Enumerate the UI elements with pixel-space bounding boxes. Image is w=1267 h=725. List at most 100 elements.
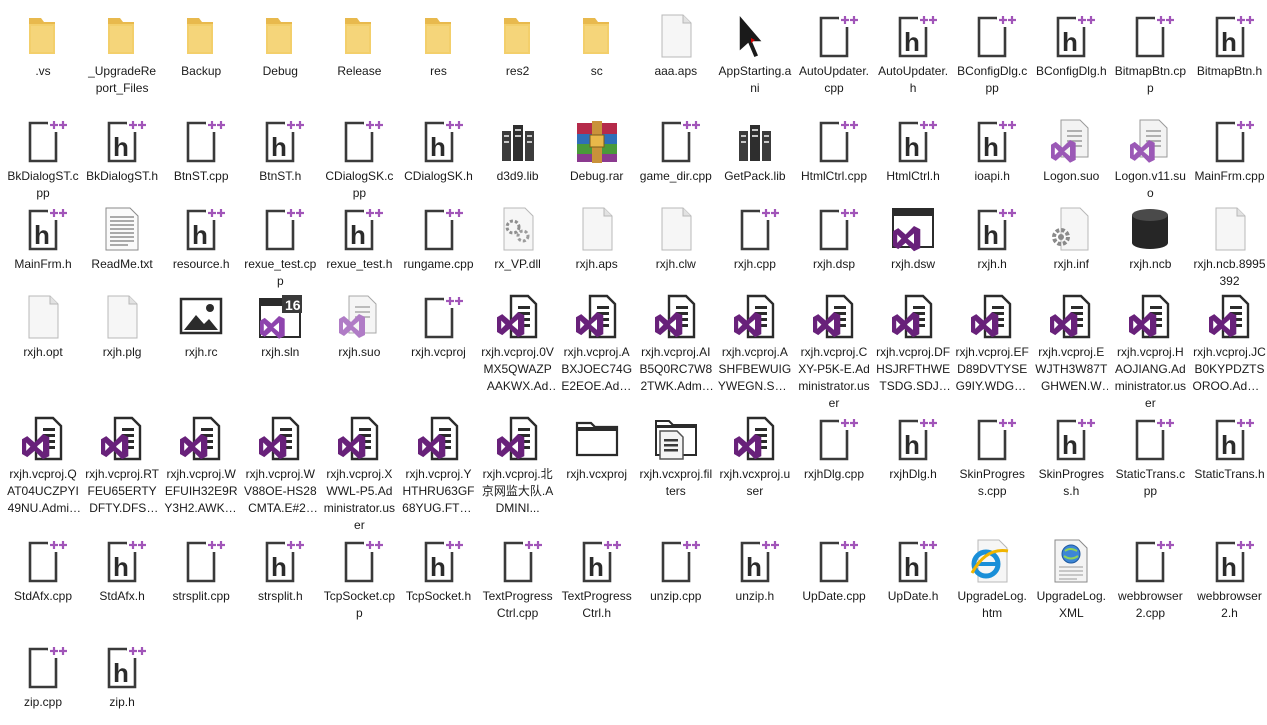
file-item[interactable]: TcpSocket.cpp: [321, 537, 397, 622]
file-item[interactable]: strsplit.cpp: [163, 537, 239, 605]
file-item[interactable]: rxjh.vcproj.RTFEU65ERTYDFTY.DFSDGT...: [84, 415, 160, 517]
file-item[interactable]: rxjh.rc: [163, 293, 239, 361]
file-item[interactable]: HtmlCtrl.cpp: [796, 117, 872, 185]
file-item[interactable]: rxjh.vcproj.WV88OE-HS28CMTA.E#286...: [242, 415, 318, 517]
file-item[interactable]: StaticTrans.cpp: [1112, 415, 1188, 500]
file-item[interactable]: rxjh.vcproj.CXY-P5K-E.Administrator.user: [796, 293, 872, 412]
file-item[interactable]: rxjh.vcxproj: [559, 415, 635, 483]
file-item[interactable]: rxjh.plg: [84, 293, 160, 361]
file-item[interactable]: rxjh.ncb: [1112, 205, 1188, 273]
file-item[interactable]: h StdAfx.h: [84, 537, 160, 605]
file-item[interactable]: rxjh.vcproj.XWWL-P5.Administrator.user: [321, 415, 397, 534]
file-item[interactable]: h ioapi.h: [954, 117, 1030, 185]
file-item[interactable]: game_dir.cpp: [638, 117, 714, 185]
file-item[interactable]: AppStarting.ani: [717, 12, 793, 97]
file-item[interactable]: h unzip.h: [717, 537, 793, 605]
database-icon: [1126, 205, 1174, 253]
file-item[interactable]: AutoUpdater.cpp: [796, 12, 872, 97]
file-item[interactable]: unzip.cpp: [638, 537, 714, 605]
file-item[interactable]: zip.cpp: [5, 643, 81, 711]
file-item[interactable]: h SkinProgress.h: [1033, 415, 1109, 500]
file-item[interactable]: h rexue_test.h: [321, 205, 397, 273]
file-item[interactable]: h webbrowser2.h: [1192, 537, 1267, 622]
file-item[interactable]: Logon.suo: [1033, 117, 1109, 185]
file-item[interactable]: rxjh.vcproj.ABXJOEC74GE2EOE.Adminis...: [559, 293, 635, 395]
file-item[interactable]: sc: [559, 12, 635, 80]
file-item[interactable]: 16 rxjh.sln: [242, 293, 318, 361]
file-item[interactable]: rxjh.aps: [559, 205, 635, 273]
file-item[interactable]: rxjh.vcproj.WEFUIH32E9RY3H2.AWKJFH...: [163, 415, 239, 517]
file-item[interactable]: res2: [480, 12, 556, 80]
file-item[interactable]: h TextProgressCtrl.h: [559, 537, 635, 622]
file-item[interactable]: h resource.h: [163, 205, 239, 273]
file-item[interactable]: BitmapBtn.cpp: [1112, 12, 1188, 97]
file-item[interactable]: rxjh.dsp: [796, 205, 872, 273]
file-item[interactable]: rxjh.dsw: [875, 205, 951, 273]
file-item[interactable]: Debug.rar: [559, 117, 635, 185]
file-item[interactable]: CDialogSK.cpp: [321, 117, 397, 202]
file-item[interactable]: rxjh.vcproj.EWJTH3W87TGHWEN.WE...: [1033, 293, 1109, 395]
file-item[interactable]: h CDialogSK.h: [401, 117, 477, 185]
file-item[interactable]: rxjh.vcproj.JCB0KYPDZTSOROO.Adminis...: [1192, 293, 1267, 395]
file-name-label: rxjh.clw: [655, 257, 696, 271]
file-item[interactable]: rxjh.vcproj.HAOJIANG.Administrator.user: [1112, 293, 1188, 412]
file-item[interactable]: rxjh.vcproj.QAT04UCZPYI49NU.Administ...: [5, 415, 81, 517]
file-item[interactable]: rxjh.inf: [1033, 205, 1109, 273]
file-item[interactable]: h BtnST.h: [242, 117, 318, 185]
file-item[interactable]: Logon.v11.suo: [1112, 117, 1188, 202]
file-item[interactable]: d3d9.lib: [480, 117, 556, 185]
file-item[interactable]: UpgradeLog.htm: [954, 537, 1030, 622]
file-item[interactable]: BConfigDlg.cpp: [954, 12, 1030, 97]
file-item[interactable]: rxjh.opt: [5, 293, 81, 361]
file-item[interactable]: Debug: [242, 12, 318, 80]
file-item[interactable]: h BConfigDlg.h: [1033, 12, 1109, 80]
file-item[interactable]: aaa.aps: [638, 12, 714, 80]
file-item[interactable]: Release: [321, 12, 397, 80]
file-item[interactable]: rxjh.vcproj.ASHFBEWUIGYWEGN.SDHJF...: [717, 293, 793, 395]
file-item[interactable]: h rxjhDlg.h: [875, 415, 951, 483]
file-item[interactable]: rxjh.vcproj: [401, 293, 477, 361]
file-item[interactable]: h zip.h: [84, 643, 160, 711]
file-item[interactable]: TextProgressCtrl.cpp: [480, 537, 556, 622]
file-item[interactable]: h HtmlCtrl.h: [875, 117, 951, 185]
file-item[interactable]: _UpgradeReport_Files: [84, 12, 160, 97]
file-item[interactable]: MainFrm.cpp: [1192, 117, 1267, 185]
file-item[interactable]: h MainFrm.h: [5, 205, 81, 273]
file-item[interactable]: ReadMe.txt: [84, 205, 160, 273]
file-item[interactable]: res: [401, 12, 477, 80]
file-item[interactable]: rxjh.vcproj.YHTHRU63GF68YUG.FTD5FC...: [401, 415, 477, 517]
file-item[interactable]: h AutoUpdater.h: [875, 12, 951, 97]
file-item[interactable]: h rxjh.h: [954, 205, 1030, 273]
file-item[interactable]: rxjh.vcxproj.user: [717, 415, 793, 500]
file-item[interactable]: StdAfx.cpp: [5, 537, 81, 605]
file-item[interactable]: rxjh.vcxproj.filters: [638, 415, 714, 500]
file-item[interactable]: h StaticTrans.h: [1192, 415, 1267, 483]
file-item[interactable]: rxjh.vcproj.AIB5Q0RC7W82TWK.Admini...: [638, 293, 714, 395]
file-item[interactable]: rx_VP.dll: [480, 205, 556, 273]
file-item[interactable]: rexue_test.cpp: [242, 205, 318, 290]
file-item[interactable]: rxjhDlg.cpp: [796, 415, 872, 483]
file-item[interactable]: Backup: [163, 12, 239, 80]
file-item[interactable]: h TcpSocket.h: [401, 537, 477, 605]
file-item[interactable]: rungame.cpp: [401, 205, 477, 273]
file-item[interactable]: rxjh.vcproj.北京网监大队.ADMINI...: [480, 415, 556, 517]
file-item[interactable]: rxjh.vcproj.0VMX5QWAZPAAKWX.Adm...: [480, 293, 556, 395]
file-item[interactable]: rxjh.clw: [638, 205, 714, 273]
file-item[interactable]: h strsplit.h: [242, 537, 318, 605]
file-item[interactable]: rxjh.cpp: [717, 205, 793, 273]
file-item[interactable]: SkinProgress.cpp: [954, 415, 1030, 500]
file-item[interactable]: BtnST.cpp: [163, 117, 239, 185]
file-item[interactable]: rxjh.vcproj.EFD89DVTYSEG9IY.WDG8SA...: [954, 293, 1030, 395]
file-item[interactable]: UpgradeLog.XML: [1033, 537, 1109, 622]
file-item[interactable]: .vs: [5, 12, 81, 80]
file-item[interactable]: rxjh.vcproj.DFHSJRFTHWETSDG.SDJAHG...: [875, 293, 951, 395]
file-item[interactable]: BkDialogST.cpp: [5, 117, 81, 202]
file-item[interactable]: rxjh.suo: [321, 293, 397, 361]
file-item[interactable]: h BkDialogST.h: [84, 117, 160, 185]
file-item[interactable]: UpDate.cpp: [796, 537, 872, 605]
file-item[interactable]: h BitmapBtn.h: [1192, 12, 1267, 80]
file-item[interactable]: GetPack.lib: [717, 117, 793, 185]
file-item[interactable]: rxjh.ncb.8995392: [1192, 205, 1267, 290]
file-item[interactable]: webbrowser2.cpp: [1112, 537, 1188, 622]
file-item[interactable]: h UpDate.h: [875, 537, 951, 605]
